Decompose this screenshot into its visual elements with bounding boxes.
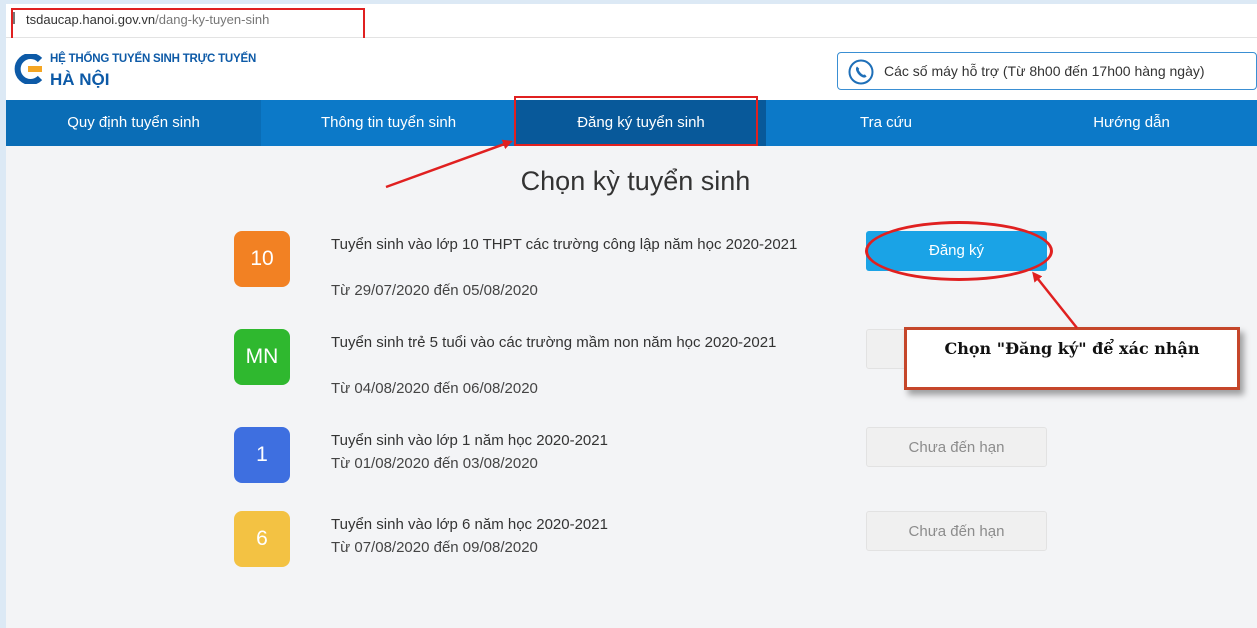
nav-item-huong-dan[interactable]: Hướng dẫn	[1006, 100, 1257, 146]
not-yet-button[interactable]: Chưa đến hạn	[866, 511, 1047, 551]
url-annotation-box	[11, 8, 365, 42]
site-header: HỆ THỐNG TUYỂN SINH TRỰC TUYẾN HÀ NỘI Cá…	[6, 38, 1257, 100]
nav-annotation-box	[514, 96, 758, 146]
item-title: Tuyển sinh trẻ 5 tuổi vào các trường mầm…	[331, 334, 777, 351]
support-hotline[interactable]: Các số máy hỗ trợ (Từ 8h00 đến 17h00 hàn…	[837, 52, 1257, 90]
not-yet-button[interactable]: Chưa đến hạn	[866, 427, 1047, 467]
badge-mam-non: MN	[234, 329, 290, 385]
item-title: Tuyển sinh vào lớp 1 năm học 2020-2021	[331, 432, 608, 449]
item-date: Từ 29/07/2020 đến 05/08/2020	[331, 282, 538, 299]
logo-icon[interactable]	[14, 54, 44, 84]
logo-subtitle[interactable]: HÀ NỘI	[50, 70, 110, 90]
badge-lop-6: 6	[234, 511, 290, 567]
callout-text: Chọn "Đăng ký" để xác nhận	[944, 339, 1200, 358]
nav-item-tra-cuu[interactable]: Tra cứu	[766, 100, 1006, 146]
nav-item-quy-dinh[interactable]: Quy định tuyển sinh	[6, 100, 261, 146]
item-title: Tuyển sinh vào lớp 6 năm học 2020-2021	[331, 516, 608, 533]
annotation-callout: Chọn "Đăng ký" để xác nhận	[904, 327, 1240, 390]
item-title: Tuyển sinh vào lớp 10 THPT các trường cô…	[331, 236, 798, 253]
phone-icon	[848, 59, 874, 85]
button-annotation-ellipse	[865, 221, 1053, 281]
item-date: Từ 01/08/2020 đến 03/08/2020	[331, 455, 538, 472]
page-title-text: Chọn kỳ tuyển sinh	[520, 166, 751, 196]
page-title: Chọn kỳ tuyển sinh	[0, 166, 1257, 197]
item-date: Từ 04/08/2020 đến 06/08/2020	[331, 380, 538, 397]
nav-item-thong-tin[interactable]: Thông tin tuyển sinh	[261, 100, 516, 146]
item-date: Từ 07/08/2020 đến 09/08/2020	[331, 539, 538, 556]
support-text: Các số máy hỗ trợ (Từ 8h00 đến 17h00 hàn…	[884, 63, 1205, 79]
badge-lop-1: 1	[234, 427, 290, 483]
logo-title[interactable]: HỆ THỐNG TUYỂN SINH TRỰC TUYẾN	[50, 53, 256, 65]
badge-lop-10: 10	[234, 231, 290, 287]
